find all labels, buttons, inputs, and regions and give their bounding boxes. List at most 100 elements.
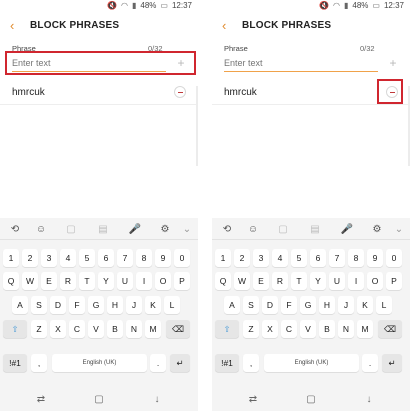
shift-key[interactable]: ⇧ xyxy=(215,320,239,338)
key-1[interactable]: 1 xyxy=(3,249,19,267)
key-d[interactable]: D xyxy=(262,296,278,314)
settings-icon[interactable]: ⚙ xyxy=(158,223,172,237)
key-h[interactable]: H xyxy=(319,296,335,314)
home-icon[interactable]: ▢ xyxy=(92,394,106,406)
key-7[interactable]: 7 xyxy=(117,249,133,267)
emoji-icon[interactable]: ☺ xyxy=(246,223,260,237)
note-icon[interactable]: ▤ xyxy=(308,223,322,237)
back-arrow-icon[interactable]: ‹ xyxy=(222,18,226,34)
key-1[interactable]: 1 xyxy=(215,249,231,267)
key-d[interactable]: D xyxy=(50,296,66,314)
key-k[interactable]: K xyxy=(357,296,373,314)
key-a[interactable]: A xyxy=(12,296,28,314)
key-t[interactable]: T xyxy=(79,272,95,290)
key-k[interactable]: K xyxy=(145,296,161,314)
key-u[interactable]: U xyxy=(117,272,133,290)
key-a[interactable]: A xyxy=(224,296,240,314)
key-3[interactable]: 3 xyxy=(253,249,269,267)
key-b[interactable]: B xyxy=(107,320,123,338)
key-l[interactable]: L xyxy=(376,296,392,314)
key-e[interactable]: E xyxy=(253,272,269,290)
key-2[interactable]: 2 xyxy=(22,249,38,267)
key-s[interactable]: S xyxy=(31,296,47,314)
key-8[interactable]: 8 xyxy=(136,249,152,267)
phrase-input[interactable] xyxy=(224,55,378,71)
key-6[interactable]: 6 xyxy=(310,249,326,267)
sticker-icon[interactable]: ▢ xyxy=(276,223,290,237)
comma-key[interactable]: , xyxy=(31,354,47,372)
key-j[interactable]: J xyxy=(126,296,142,314)
period-key[interactable]: . xyxy=(362,354,378,372)
key-n[interactable]: N xyxy=(126,320,142,338)
key-6[interactable]: 6 xyxy=(98,249,114,267)
key-4[interactable]: 4 xyxy=(272,249,288,267)
symbols-key[interactable]: !#1 xyxy=(3,354,27,372)
key-x[interactable]: X xyxy=(50,320,66,338)
mic-icon[interactable]: 🎤 xyxy=(128,223,142,237)
key-f[interactable]: F xyxy=(281,296,297,314)
chevron-down-icon[interactable]: ⌄ xyxy=(392,223,406,237)
recent-apps-icon[interactable]: ⇄ xyxy=(34,394,48,406)
period-key[interactable]: . xyxy=(150,354,166,372)
key-9[interactable]: 9 xyxy=(155,249,171,267)
key-9[interactable]: 9 xyxy=(367,249,383,267)
key-z[interactable]: Z xyxy=(243,320,259,338)
back-arrow-icon[interactable]: ‹ xyxy=(10,18,14,34)
sticker-icon[interactable]: ▢ xyxy=(64,223,78,237)
key-e[interactable]: E xyxy=(41,272,57,290)
key-o[interactable]: O xyxy=(155,272,171,290)
enter-key[interactable]: ↵ xyxy=(382,354,402,372)
key-w[interactable]: W xyxy=(234,272,250,290)
key-v[interactable]: V xyxy=(88,320,104,338)
key-5[interactable]: 5 xyxy=(291,249,307,267)
key-z[interactable]: Z xyxy=(31,320,47,338)
key-m[interactable]: M xyxy=(357,320,373,338)
backspace-key[interactable]: ⌫ xyxy=(378,320,402,338)
key-s[interactable]: S xyxy=(243,296,259,314)
chevron-down-icon[interactable]: ⌄ xyxy=(180,223,194,237)
key-m[interactable]: M xyxy=(145,320,161,338)
home-icon[interactable]: ▢ xyxy=(304,394,318,406)
key-i[interactable]: I xyxy=(348,272,364,290)
key-p[interactable]: P xyxy=(386,272,402,290)
key-r[interactable]: R xyxy=(60,272,76,290)
recent-apps-icon[interactable]: ⇄ xyxy=(246,394,260,406)
backspace-key[interactable]: ⌫ xyxy=(166,320,190,338)
key-l[interactable]: L xyxy=(164,296,180,314)
key-j[interactable]: J xyxy=(338,296,354,314)
settings-icon[interactable]: ⚙ xyxy=(370,223,384,237)
key-f[interactable]: F xyxy=(69,296,85,314)
key-n[interactable]: N xyxy=(338,320,354,338)
key-0[interactable]: 0 xyxy=(386,249,402,267)
key-g[interactable]: G xyxy=(300,296,316,314)
add-icon[interactable]: + xyxy=(386,56,400,70)
key-g[interactable]: G xyxy=(88,296,104,314)
key-p[interactable]: P xyxy=(174,272,190,290)
key-u[interactable]: U xyxy=(329,272,345,290)
symbols-key[interactable]: !#1 xyxy=(215,354,239,372)
key-2[interactable]: 2 xyxy=(234,249,250,267)
key-b[interactable]: B xyxy=(319,320,335,338)
back-icon[interactable]: ↓ xyxy=(362,394,376,406)
key-8[interactable]: 8 xyxy=(348,249,364,267)
translate-icon[interactable]: ⟲ xyxy=(8,223,22,237)
key-y[interactable]: Y xyxy=(310,272,326,290)
enter-key[interactable]: ↵ xyxy=(170,354,190,372)
back-icon[interactable]: ↓ xyxy=(150,394,164,406)
key-q[interactable]: Q xyxy=(3,272,19,290)
key-i[interactable]: I xyxy=(136,272,152,290)
key-y[interactable]: Y xyxy=(98,272,114,290)
key-v[interactable]: V xyxy=(300,320,316,338)
key-q[interactable]: Q xyxy=(215,272,231,290)
shift-key[interactable]: ⇧ xyxy=(3,320,27,338)
key-0[interactable]: 0 xyxy=(174,249,190,267)
emoji-icon[interactable]: ☺ xyxy=(34,223,48,237)
space-key[interactable]: English (UK) xyxy=(264,354,359,372)
key-o[interactable]: O xyxy=(367,272,383,290)
key-h[interactable]: H xyxy=(107,296,123,314)
key-7[interactable]: 7 xyxy=(329,249,345,267)
key-t[interactable]: T xyxy=(291,272,307,290)
key-c[interactable]: C xyxy=(69,320,85,338)
key-3[interactable]: 3 xyxy=(41,249,57,267)
key-w[interactable]: W xyxy=(22,272,38,290)
